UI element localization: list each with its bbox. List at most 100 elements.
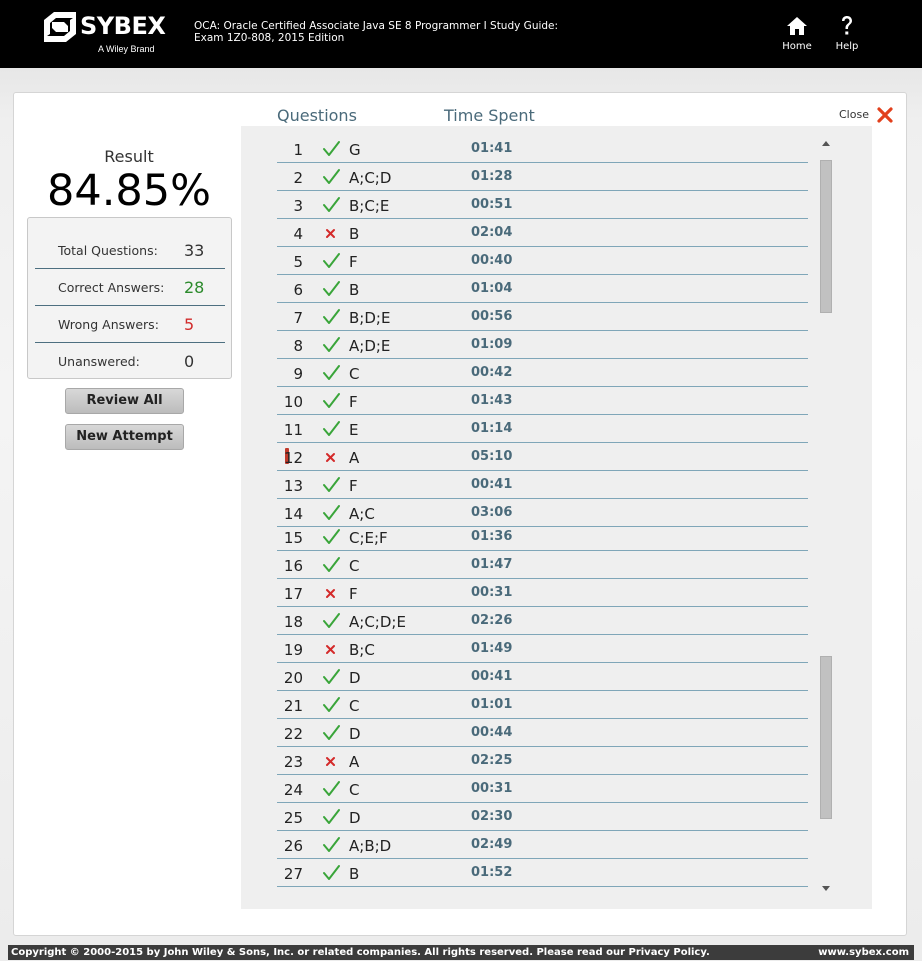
- question-number: 14: [283, 505, 303, 523]
- question-answer: C: [349, 365, 360, 383]
- question-row[interactable]: 11 E 01:14: [277, 415, 808, 443]
- footer: Copyright © 2000-2015 by John Wiley & So…: [8, 945, 914, 960]
- question-row[interactable]: 25 D 02:30: [277, 803, 808, 831]
- scroll-down-arrow-icon[interactable]: [822, 886, 830, 891]
- question-number: 23: [283, 753, 303, 771]
- question-row[interactable]: 4 B 02:04: [277, 219, 808, 247]
- scrollbar-thumb[interactable]: [820, 160, 832, 313]
- help-button[interactable]: Help: [825, 15, 869, 52]
- question-time: 00:31: [471, 585, 513, 600]
- home-label: Home: [782, 41, 812, 52]
- question-row[interactable]: 7 B;D;E 00:56: [277, 303, 808, 331]
- close-icon: [877, 107, 893, 123]
- question-number: 13: [283, 477, 303, 495]
- question-time: 02:04: [471, 225, 513, 240]
- question-row[interactable]: 3 B;C;E 00:51: [277, 191, 808, 219]
- logo-subtext: A Wiley Brand: [98, 44, 155, 54]
- question-row[interactable]: 15 C;E;F 01:36: [277, 523, 808, 551]
- wrong-answers-value: 5: [184, 315, 195, 334]
- questions-scrollbar[interactable]: [819, 138, 833, 898]
- check-icon: [323, 477, 340, 492]
- question-row[interactable]: 20 D 00:41: [277, 663, 808, 691]
- question-number: 27: [283, 865, 303, 883]
- question-number: 1: [293, 141, 303, 159]
- close-button[interactable]: Close: [839, 106, 895, 126]
- scroll-up-arrow-icon[interactable]: [822, 141, 830, 146]
- check-icon: [323, 809, 340, 824]
- question-time: 01:43: [471, 393, 513, 408]
- question-answer: D: [349, 725, 361, 743]
- result-score: 84.85%: [47, 166, 211, 216]
- question-row[interactable]: 26 A;B;D 02:49: [277, 831, 808, 859]
- question-row[interactable]: 10 F 01:43: [277, 387, 808, 415]
- check-icon: [323, 669, 340, 684]
- question-time: 02:49: [471, 837, 513, 852]
- check-icon: [323, 169, 340, 184]
- cross-icon: [326, 229, 335, 238]
- home-button[interactable]: Home: [775, 15, 819, 52]
- question-answer: A;D;E: [349, 337, 391, 355]
- question-row[interactable]: 22 D 00:44: [277, 719, 808, 747]
- question-answer: C: [349, 781, 360, 799]
- close-label: Close: [839, 108, 869, 121]
- question-time: 00:41: [471, 669, 513, 684]
- question-time: 01:28: [471, 169, 513, 184]
- question-answer: D: [349, 669, 361, 687]
- question-number: 26: [283, 837, 303, 855]
- question-row[interactable]: 19 B;C 01:49: [277, 635, 808, 663]
- result-label: Result: [104, 147, 154, 166]
- check-icon: [323, 197, 340, 212]
- questions-list[interactable]: 1 G 01:41 2 A;C;D 01:28 3 B;C;E 00:51 4 B 02:04 5 F 00…: [241, 126, 872, 909]
- question-time: 05:10: [471, 449, 513, 464]
- question-answer: F: [349, 393, 358, 411]
- question-icon: [842, 16, 852, 35]
- check-icon: [323, 557, 340, 572]
- question-row[interactable]: 5 F 00:40: [277, 247, 808, 275]
- question-row[interactable]: 2 A;C;D 01:28: [277, 163, 808, 191]
- question-row[interactable]: 1 G 01:41: [277, 135, 808, 163]
- check-icon: [323, 529, 340, 544]
- question-row[interactable]: 17 F 00:31: [277, 579, 808, 607]
- question-number: 25: [283, 809, 303, 827]
- scrollbar-thumb-lower[interactable]: [820, 656, 832, 819]
- question-row[interactable]: 24 C 00:31: [277, 775, 808, 803]
- question-row[interactable]: 6 B 01:04: [277, 275, 808, 303]
- question-row[interactable]: 13 F 00:41: [277, 471, 808, 499]
- question-row[interactable]: 18 A;C;D;E 02:26: [277, 607, 808, 635]
- question-row[interactable]: 16 C 01:47: [277, 551, 808, 579]
- question-time: 01:49: [471, 641, 513, 656]
- question-time: 02:26: [471, 613, 513, 628]
- stat-unanswered: Unanswered: 0: [35, 342, 225, 379]
- question-time: 01:01: [471, 697, 513, 712]
- new-attempt-button[interactable]: New Attempt: [65, 424, 184, 450]
- question-row[interactable]: 12 A 05:10: [277, 443, 808, 471]
- time-spent-column-header: Time Spent: [444, 106, 535, 125]
- question-number: 20: [283, 669, 303, 687]
- top-bar: SYBEX A Wiley Brand OCA: Oracle Certifie…: [0, 0, 922, 68]
- question-number: 17: [283, 585, 303, 603]
- check-icon: [323, 141, 340, 156]
- question-time: 01:52: [471, 865, 513, 880]
- question-number: 21: [283, 697, 303, 715]
- question-number: 5: [293, 253, 303, 271]
- question-time: 00:56: [471, 309, 513, 324]
- question-row[interactable]: 21 C 01:01: [277, 691, 808, 719]
- question-number: 7: [293, 309, 303, 327]
- review-all-button[interactable]: Review All: [65, 388, 184, 414]
- question-row[interactable]: 8 A;D;E 01:09: [277, 331, 808, 359]
- question-row[interactable]: 23 A 02:25: [277, 747, 808, 775]
- check-icon: [323, 613, 340, 628]
- question-row[interactable]: 27 B 01:52: [277, 859, 808, 887]
- total-questions-value: 33: [184, 241, 205, 260]
- site-link[interactable]: www.sybex.com: [818, 945, 909, 960]
- question-answer: A;C: [349, 505, 375, 523]
- unanswered-value: 0: [184, 352, 195, 371]
- question-row[interactable]: 9 C 00:42: [277, 359, 808, 387]
- question-number: 9: [293, 365, 303, 383]
- questions-column-header: Questions: [277, 106, 357, 125]
- check-icon: [323, 281, 340, 296]
- unanswered-label: Unanswered:: [58, 354, 140, 369]
- question-number: 4: [293, 225, 303, 243]
- book-title-line2: Exam 1Z0-808, 2015 Edition: [194, 32, 345, 44]
- check-icon: [323, 725, 340, 740]
